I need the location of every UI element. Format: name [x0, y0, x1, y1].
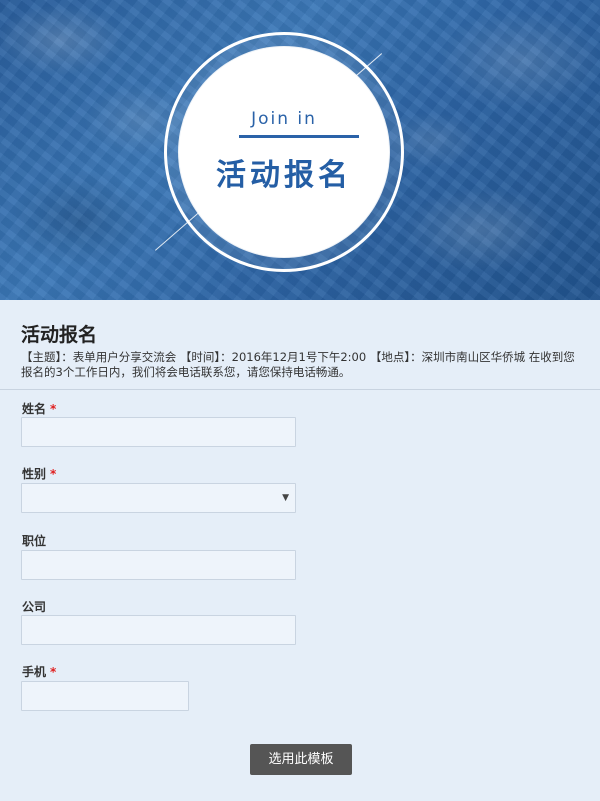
phone-input[interactable] — [21, 681, 189, 711]
name-label: 姓名 * — [22, 400, 56, 417]
hero-title: 活动报名 — [216, 158, 352, 193]
name-label-text: 姓名 — [22, 402, 47, 416]
form-description: 【主题】：表单用户分享交流会 【时间】：2016年12月1号下午2:00 【地点… — [21, 350, 575, 379]
company-label: 公司 — [22, 598, 46, 615]
company-input[interactable] — [21, 615, 296, 645]
join-in-text: Join in — [251, 109, 317, 129]
hero-circle: Join in 活动报名 — [179, 47, 389, 257]
gender-select[interactable]: ▼ — [21, 483, 296, 513]
hero-circle-ring: Join in 活动报名 — [164, 32, 404, 272]
phone-label-text: 手机 — [22, 665, 47, 679]
join-underline — [239, 135, 359, 138]
form-title: 活动报名 — [21, 324, 98, 346]
company-label-text: 公司 — [22, 600, 47, 614]
position-label: 职位 — [22, 532, 46, 549]
required-mark: * — [50, 467, 57, 481]
position-input[interactable] — [21, 550, 296, 580]
name-input[interactable] — [21, 417, 296, 447]
required-mark: * — [50, 402, 57, 416]
hero-banner: Join in 活动报名 — [0, 0, 600, 300]
divider — [0, 389, 600, 390]
position-label-text: 职位 — [22, 534, 47, 548]
dropdown-arrow-icon: ▼ — [282, 493, 289, 503]
gender-label-text: 性别 — [22, 467, 47, 481]
use-template-button[interactable]: 选用此模板 — [250, 744, 352, 775]
required-mark: * — [50, 665, 57, 679]
gender-label: 性别 * — [22, 465, 56, 482]
phone-label: 手机 * — [22, 663, 56, 680]
